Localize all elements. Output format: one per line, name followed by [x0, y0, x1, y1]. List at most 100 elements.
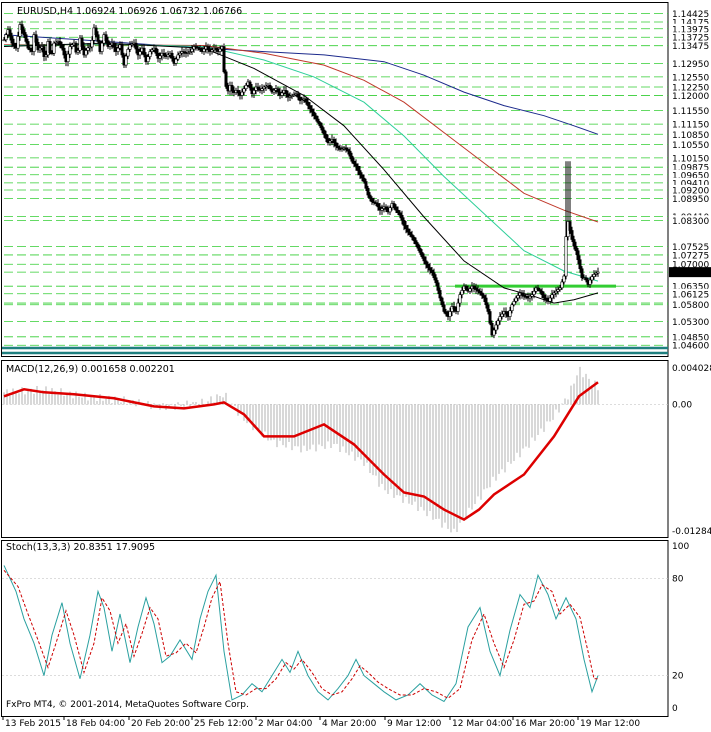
candle-body	[510, 304, 514, 311]
stoch-tick-label: 20	[672, 672, 684, 682]
time-tick-label: 2 Mar 04:00	[258, 719, 313, 729]
candle-body	[348, 150, 352, 157]
candle-body	[138, 51, 142, 56]
candle-body	[376, 203, 380, 208]
candle-body	[460, 290, 464, 295]
candle-body	[370, 198, 374, 203]
time-tick-label: 19 Mar 12:00	[580, 719, 640, 729]
candle-body	[4, 34, 8, 41]
macd-tick-label: 0.00	[672, 400, 692, 410]
candle-body	[414, 240, 418, 245]
price-header: EURUSD,H4 1.06924 1.06926 1.06732 1.0676…	[17, 6, 242, 17]
candle-body	[572, 239, 576, 247]
ma-navy-line	[3, 34, 599, 135]
candle-body	[426, 263, 430, 268]
candle-body	[58, 41, 62, 46]
candle-body	[486, 304, 490, 312]
price-tick-label: 1.05800	[672, 301, 709, 311]
price-tick-label: 1.08950	[672, 195, 709, 205]
price-tick-label: 1.12950	[672, 60, 709, 70]
candle-body	[496, 320, 500, 326]
candle-body	[312, 112, 316, 117]
candle-body	[242, 88, 246, 93]
candle-body	[66, 53, 70, 62]
candle-body	[276, 88, 280, 93]
candle-body	[444, 311, 448, 315]
time-tick-label: 4 Mar 20:00	[322, 719, 377, 729]
time-tick-label: 16 Mar 20:00	[515, 719, 575, 729]
candle-body	[590, 276, 594, 281]
candle-body	[222, 46, 226, 73]
candle-body	[452, 306, 456, 310]
candle-body	[442, 304, 446, 312]
price-tick-label: 1.06766	[672, 269, 709, 279]
candle-body	[436, 282, 440, 291]
candle-body	[592, 274, 596, 277]
stoch-main-line	[3, 565, 599, 703]
candle-body	[448, 311, 452, 317]
symbol-label: EURUSD,H4	[17, 6, 73, 17]
candle-body	[464, 285, 468, 290]
candle-body	[424, 260, 428, 265]
candle-body	[10, 36, 14, 44]
candle-body	[100, 42, 104, 52]
candle-body	[508, 310, 512, 317]
candle-body	[408, 231, 412, 235]
candle-body	[332, 139, 336, 144]
candle-body	[310, 108, 314, 113]
candle-body	[308, 105, 312, 110]
candle-body	[8, 29, 12, 37]
candle-body	[540, 290, 544, 295]
candle-body	[154, 47, 158, 54]
candle-body	[564, 236, 568, 277]
candle-body	[458, 294, 462, 304]
time-tick-label: 20 Feb 20:00	[131, 719, 190, 729]
candle-body	[384, 206, 388, 210]
candle-body	[158, 55, 162, 59]
candle-body	[96, 34, 100, 42]
price-tick-label: 1.10550	[672, 141, 709, 151]
ohlc-readout: 1.06924 1.06926 1.06732 1.06766	[76, 6, 242, 17]
candle-body	[418, 247, 422, 253]
candle-body	[280, 92, 284, 96]
candle-body	[352, 160, 356, 165]
candle-body	[570, 230, 574, 240]
macd-panel	[2, 366, 668, 533]
candle-body	[422, 256, 426, 262]
stoch-tick-label: 80	[672, 574, 684, 584]
candle-body	[148, 51, 152, 57]
candle-body	[324, 133, 328, 139]
candle-body	[512, 301, 516, 306]
candle-body	[438, 290, 442, 299]
candle-body	[170, 52, 174, 59]
candle-body	[80, 37, 84, 47]
panel-frames	[1, 2, 669, 717]
candle-body	[468, 288, 472, 292]
macd-header: MACD(12,26,9) 0.001658 0.002201	[6, 364, 175, 375]
time-axis-labels: 13 Feb 2015 18 Feb 04:00 20 Feb 20:00 25 Fe…	[2, 716, 640, 729]
candle-body	[402, 220, 406, 226]
stoch-header: Stoch(13,3,3) 20.8351 17.9095	[6, 542, 155, 553]
candle-body	[494, 324, 498, 331]
candle-body	[498, 316, 502, 322]
candle-body	[432, 272, 436, 279]
candle-body	[410, 234, 414, 238]
candle-body	[434, 277, 438, 284]
candle-body	[542, 294, 546, 299]
candle-body	[504, 311, 508, 315]
candle-body	[202, 48, 206, 52]
candle-body	[562, 275, 566, 283]
candle-body	[560, 281, 564, 289]
candle-body	[404, 225, 408, 230]
candle-body	[94, 27, 98, 35]
candle-body	[12, 42, 16, 46]
candle-body	[482, 295, 486, 299]
candle-body	[568, 221, 572, 231]
candle-body	[360, 174, 364, 179]
ma-black-line	[3, 42, 599, 304]
candle-body	[394, 206, 398, 211]
candle-body	[304, 98, 308, 103]
candle-body	[236, 90, 240, 94]
candle-body	[112, 42, 116, 48]
candle-body	[68, 46, 72, 55]
